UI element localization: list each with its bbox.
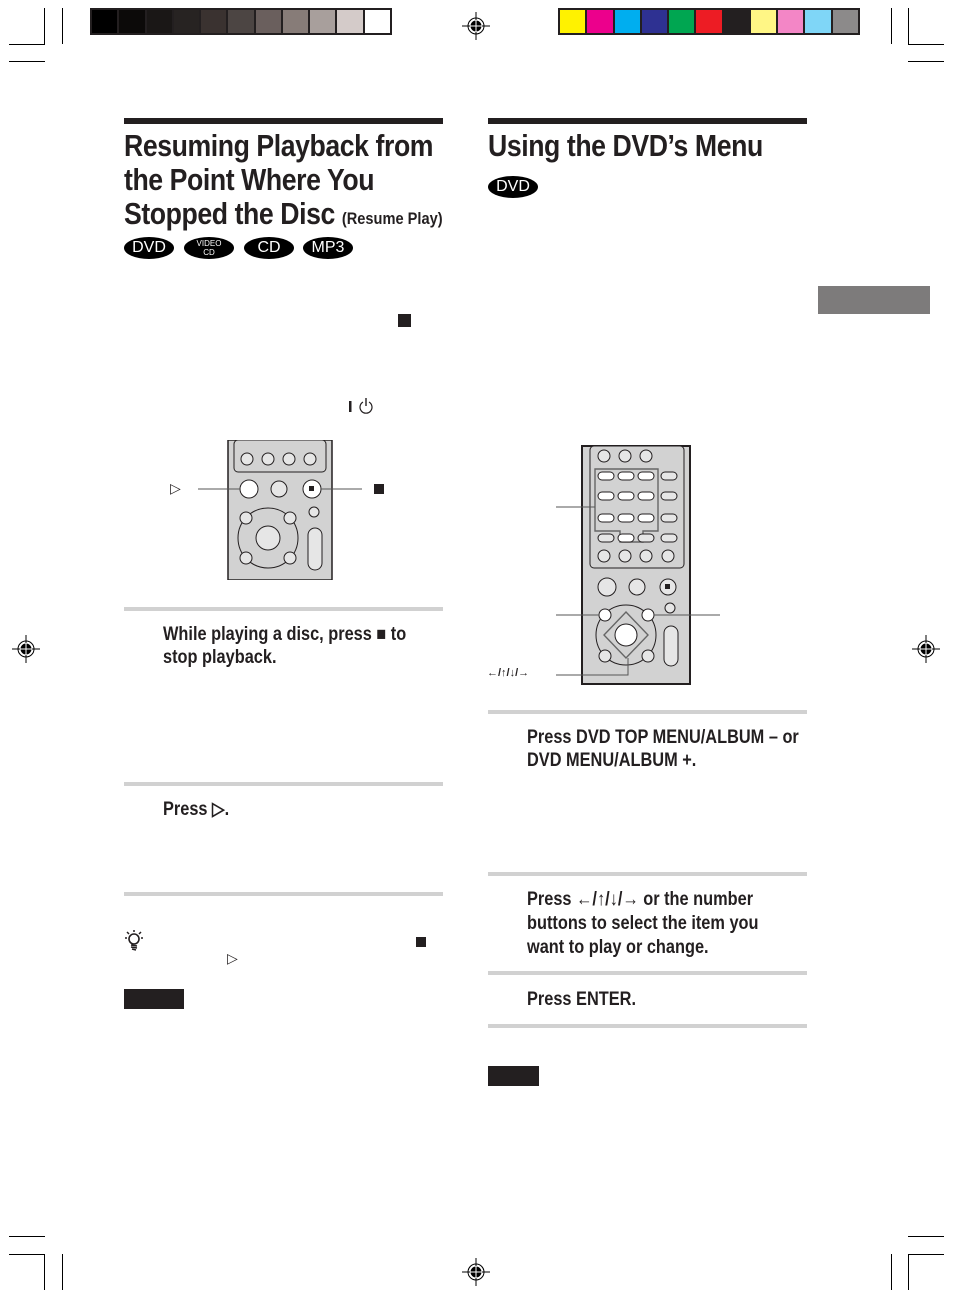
step-1-line2: DVD MENU/ALBUM +. — [527, 750, 697, 771]
left-title-line1: Resuming Playback from — [124, 128, 434, 163]
color-swatch-bar — [558, 8, 860, 35]
crop-mark — [891, 1254, 892, 1290]
registration-mark-icon — [462, 12, 490, 40]
color-swatch — [641, 10, 670, 33]
registration-mark-icon — [12, 635, 40, 663]
remote-play-label: ▷ — [170, 480, 181, 496]
crop-mark — [908, 61, 944, 62]
color-swatch — [282, 10, 311, 33]
crop-mark — [9, 61, 45, 62]
step-divider — [124, 892, 443, 896]
stop-symbol-icon — [398, 314, 411, 327]
step-divider — [124, 607, 443, 611]
section-tab — [818, 286, 930, 314]
color-swatch — [832, 10, 858, 33]
badge-cd: CD — [244, 237, 294, 259]
step-divider — [124, 782, 443, 786]
color-swatch — [778, 10, 806, 33]
color-swatch — [173, 10, 202, 33]
color-swatch — [587, 10, 615, 33]
remote-stop-label-icon — [374, 484, 384, 494]
color-swatch — [560, 10, 588, 33]
note-label-box — [124, 989, 184, 1009]
step-2-line1: Press ←/↑/↓/→ or the number — [527, 889, 754, 910]
crop-mark — [908, 1254, 909, 1290]
badge-vcd-bottom: CD — [203, 248, 215, 257]
tip-stop-icon — [416, 937, 426, 947]
crop-mark — [62, 1254, 63, 1290]
badge-mp3: MP3 — [303, 237, 353, 259]
crop-mark — [908, 44, 944, 45]
note-label-box — [488, 1066, 539, 1086]
step-2-line1: Press ▷. — [163, 799, 230, 820]
section-rule — [488, 118, 807, 124]
crop-mark — [908, 1236, 944, 1237]
power-symbol-icon — [349, 397, 377, 420]
color-swatch — [669, 10, 697, 33]
left-title-line2: the Point Where You — [124, 162, 375, 197]
step-divider — [488, 710, 807, 714]
badge-vcd-top: VIDEO — [196, 239, 222, 248]
color-swatch — [310, 10, 338, 33]
badge-dvd: DVD — [488, 176, 538, 198]
crop-mark — [9, 44, 45, 45]
registration-mark-icon — [462, 1258, 490, 1286]
step-1-line1: Press DVD TOP MENU/ALBUM – or — [527, 727, 799, 748]
left-title-line3: Stopped the Disc (Resume Play) — [124, 197, 443, 236]
badge-dvd: DVD — [124, 237, 174, 259]
tip-lightbulb-icon — [125, 930, 143, 951]
crop-mark — [44, 1254, 45, 1290]
step-3-line1: Press ENTER. — [527, 989, 636, 1010]
registration-mark-icon — [912, 635, 940, 663]
section-rule — [124, 118, 443, 124]
title-suffix: (Resume Play) — [341, 209, 443, 228]
crop-mark — [891, 8, 892, 44]
crop-mark — [9, 1254, 45, 1255]
badge-video-cd: VIDEO CD — [184, 237, 234, 259]
step-2-line3: want to play or change. — [527, 937, 709, 958]
remote-control-illustration — [198, 440, 362, 580]
grayscale-swatch-bar — [90, 8, 392, 35]
color-swatch — [228, 10, 256, 33]
step-divider — [488, 1024, 807, 1028]
color-swatch — [146, 10, 174, 33]
crop-mark — [62, 8, 63, 44]
color-swatch — [723, 10, 751, 33]
color-swatch — [255, 10, 283, 33]
color-swatch — [364, 10, 390, 33]
tip-play-symbol: ▷ — [227, 950, 238, 966]
color-swatch — [750, 10, 779, 33]
color-swatch — [201, 10, 229, 33]
color-swatch — [337, 10, 365, 33]
remote-control-illustration — [556, 445, 720, 685]
remote-arrows-label: ←/↑/↓/→ — [487, 667, 530, 679]
crop-mark — [908, 8, 909, 44]
right-title: Using the DVD’s Menu — [488, 128, 763, 163]
title-text: Stopped the Disc — [124, 196, 335, 231]
color-swatch — [614, 10, 642, 33]
crop-mark — [44, 8, 45, 44]
step-1-line2: stop playback. — [163, 647, 277, 668]
color-swatch — [696, 10, 724, 33]
step-1-line1: While playing a disc, press ■ to — [163, 624, 407, 645]
step-divider — [488, 872, 807, 876]
crop-mark — [908, 1254, 944, 1255]
step-divider — [488, 971, 807, 975]
color-swatch — [805, 10, 833, 33]
step-2-line2: buttons to select the item you — [527, 913, 759, 934]
color-swatch — [92, 10, 120, 33]
crop-mark — [9, 1236, 45, 1237]
color-swatch — [119, 10, 147, 33]
